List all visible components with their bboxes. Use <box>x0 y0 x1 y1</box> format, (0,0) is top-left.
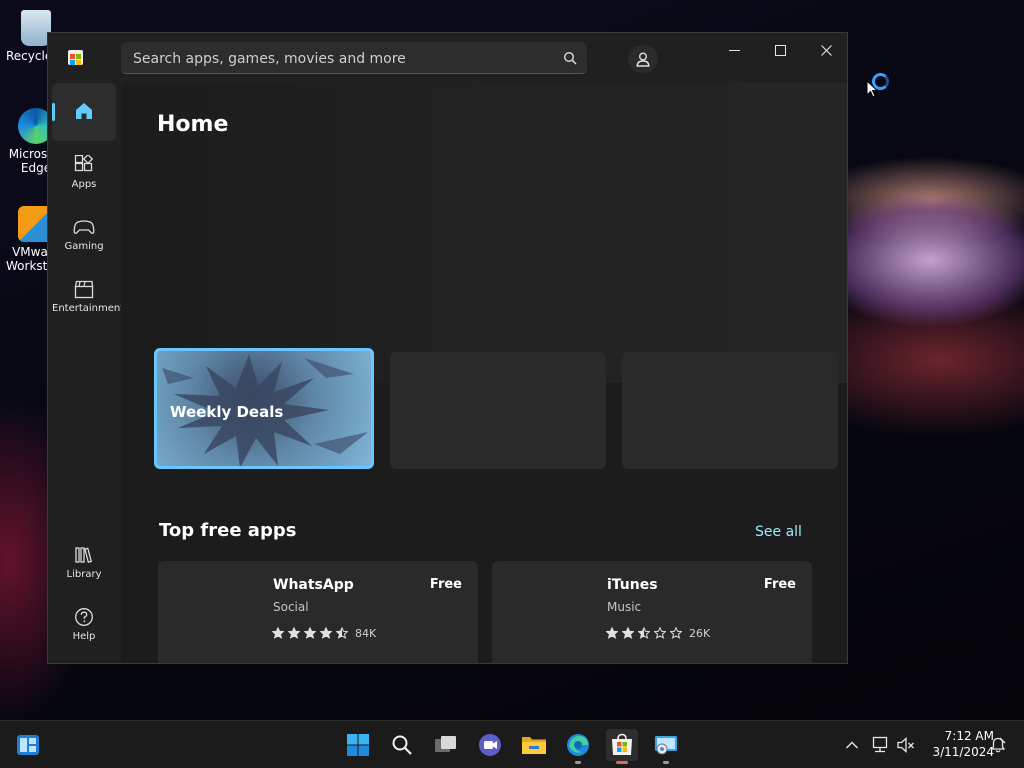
store-taskbar-button[interactable] <box>606 729 638 764</box>
folder-icon <box>522 737 546 754</box>
sidebar-item-help[interactable]: Help <box>52 597 116 655</box>
star-rating: 26K <box>605 624 711 643</box>
sidebar-item-home[interactable] <box>52 83 116 141</box>
star-filled-icon <box>605 626 619 639</box>
sidebar-item-gaming[interactable]: Gaming <box>52 207 116 265</box>
busy-spinner-icon <box>872 73 889 90</box>
star-half-icon <box>637 626 651 639</box>
video-chat-icon <box>479 734 501 756</box>
taskbar-search-button[interactable] <box>386 729 418 761</box>
hero-banner <box>121 83 847 383</box>
star-filled-icon <box>287 626 301 639</box>
remote-desktop-icon <box>655 736 677 755</box>
star-filled-icon <box>319 626 333 639</box>
stars <box>605 624 686 643</box>
promo-tile[interactable] <box>622 352 838 469</box>
widgets-button[interactable] <box>12 729 44 761</box>
apps-icon <box>74 155 94 172</box>
app-category: Social <box>273 600 309 614</box>
close-icon <box>820 44 832 56</box>
sidebar-item-label: Gaming <box>64 241 104 252</box>
store-logo-icon <box>68 50 83 65</box>
title-bar[interactable] <box>48 33 847 83</box>
app-name: WhatsApp <box>273 577 354 593</box>
sidebar-item-label: Help <box>72 631 96 642</box>
stars <box>271 624 352 643</box>
start-button[interactable] <box>342 729 374 761</box>
task-view-button[interactable] <box>430 729 462 761</box>
sidebar-item-label: Apps <box>71 179 97 190</box>
edge-taskbar-button[interactable] <box>562 729 594 764</box>
chevron-up-icon <box>846 741 858 749</box>
store-icon <box>612 733 632 755</box>
windows-start-icon <box>347 734 369 756</box>
volume-muted-icon <box>897 737 914 753</box>
star-filled-icon <box>621 626 635 639</box>
library-icon <box>75 547 93 563</box>
app-price: Free <box>763 577 796 592</box>
active-app-indicator <box>616 761 628 764</box>
sidebar-item-entertainment[interactable]: Entertainment <box>52 269 124 327</box>
section-title: Top free apps <box>159 520 297 541</box>
tile-label: Weekly Deals <box>170 403 284 421</box>
rating-count: 26K <box>689 627 711 640</box>
star-filled-icon <box>303 626 317 639</box>
maximize-icon <box>774 44 786 56</box>
search-box[interactable] <box>121 42 587 75</box>
home-icon <box>76 103 92 119</box>
search-icon[interactable] <box>563 51 577 65</box>
sidebar-item-label: Entertainment <box>52 303 125 314</box>
sidebar-item-apps[interactable]: Apps <box>52 145 116 203</box>
app-name: iTunes <box>607 577 658 593</box>
remote-desktop-button[interactable] <box>650 729 682 764</box>
sidebar-nav: Apps Gaming Entertainment Library Help <box>48 83 124 663</box>
taskbar: 7:12 AM 3/11/2024 <box>0 720 1024 768</box>
network-icon <box>872 736 888 753</box>
search-icon <box>392 735 412 755</box>
teams-chat-button[interactable] <box>474 729 506 761</box>
main-content: Home Weekly Deals Top free apps See all … <box>121 83 847 663</box>
gamepad-icon <box>73 220 95 234</box>
running-indicator <box>575 761 581 764</box>
promo-tile[interactable] <box>390 352 606 469</box>
weekly-deals-tile[interactable]: Weekly Deals <box>154 348 374 469</box>
file-explorer-button[interactable] <box>518 729 550 761</box>
star-half-icon <box>335 626 349 639</box>
volume-button[interactable] <box>890 729 922 761</box>
app-card-itunes[interactable]: iTunes Music Free 26K <box>492 561 812 663</box>
maximize-button[interactable] <box>757 33 803 67</box>
minimize-icon <box>728 49 740 51</box>
edge-icon <box>567 734 589 756</box>
widgets-icon <box>17 735 39 755</box>
clapperboard-icon <box>74 280 94 299</box>
search-input[interactable] <box>131 42 555 75</box>
app-price: Free <box>429 577 462 592</box>
task-view-icon <box>435 736 456 752</box>
star-filled-icon <box>271 626 285 639</box>
account-button[interactable] <box>628 45 658 73</box>
sidebar-item-library[interactable]: Library <box>52 535 116 593</box>
microsoft-store-window: Apps Gaming Entertainment Library <box>47 32 848 664</box>
close-button[interactable] <box>803 33 847 67</box>
star-empty-icon <box>653 626 667 639</box>
sidebar-item-label: Library <box>66 569 102 580</box>
minimize-button[interactable] <box>711 33 757 67</box>
star-empty-icon <box>669 626 683 639</box>
see-all-link[interactable]: See all <box>755 524 802 540</box>
rating-count: 84K <box>355 627 377 640</box>
page-title: Home <box>157 112 229 137</box>
app-category: Music <box>607 600 642 614</box>
person-icon <box>636 52 650 67</box>
notifications-button[interactable] <box>982 729 1014 761</box>
star-rating: 84K <box>271 624 377 643</box>
notification-bell-icon <box>990 737 1006 753</box>
running-indicator <box>663 761 669 764</box>
app-card-whatsapp[interactable]: WhatsApp Social Free 84K <box>158 561 478 663</box>
help-icon <box>75 608 93 626</box>
